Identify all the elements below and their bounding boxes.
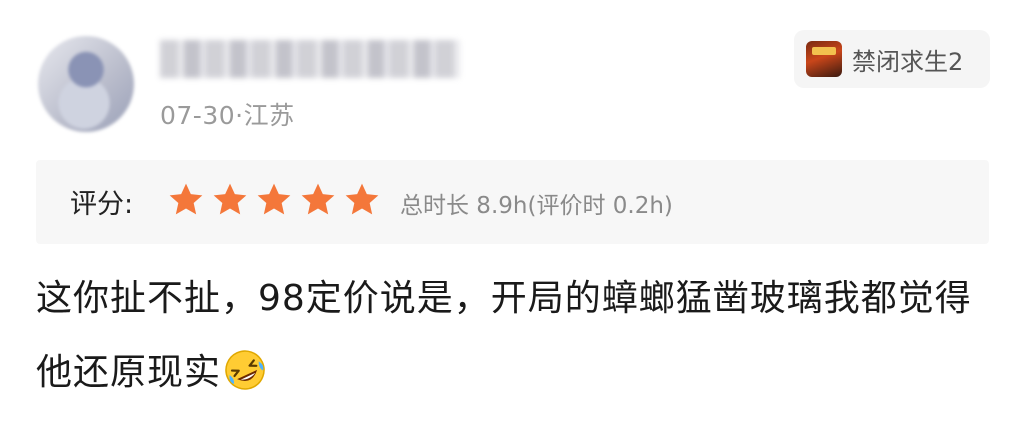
review-date-location: 07-30·江苏 [160, 101, 295, 130]
star-icon [301, 183, 335, 215]
star-icon [169, 183, 203, 215]
star-icon [345, 183, 379, 215]
game-name: 禁闭求生2 [852, 47, 964, 76]
playtime-info: 总时长 8.9h(评价时 0.2h) [400, 193, 673, 219]
star-icon [257, 183, 291, 215]
game-cover-icon [806, 41, 842, 77]
username-blurred[interactable] [160, 40, 460, 78]
game-tag[interactable]: 禁闭求生2 [794, 30, 990, 88]
rolling-on-floor-laughing-emoji [225, 350, 265, 390]
avatar[interactable] [38, 36, 134, 132]
rating-label: 评分: [70, 189, 134, 220]
star-icon [213, 183, 247, 215]
rating-panel: 评分: 总时长 8.9h(评价时 0.2h) [36, 160, 989, 244]
star-rating [166, 180, 382, 220]
review-text: 这你扯不扯，98定价说是，开局的蟑螂猛凿玻璃我都觉得他还原现实 [36, 262, 996, 410]
review-body: 这你扯不扯，98定价说是，开局的蟑螂猛凿玻璃我都觉得他还原现实 [36, 278, 972, 393]
